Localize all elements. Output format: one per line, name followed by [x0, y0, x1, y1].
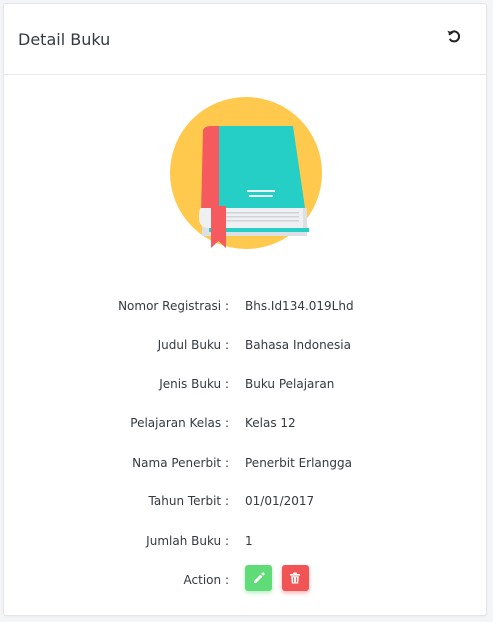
- judul-buku-label: Judul Buku :: [157, 338, 229, 352]
- jumlah-buku-label: Jumlah Buku :: [146, 534, 229, 548]
- edit-button[interactable]: [245, 565, 272, 591]
- row-judul-buku: Judul Buku : Bahasa Indonesia: [4, 335, 486, 355]
- nama-penerbit-value: Penerbit Erlangga: [245, 456, 352, 470]
- pelajaran-kelas-label: Pelajaran Kelas :: [130, 416, 229, 430]
- row-pelajaran-kelas: Pelajaran Kelas : Kelas 12: [4, 413, 486, 433]
- refresh-icon: [447, 30, 461, 43]
- nomor-registrasi-value: Bhs.Id134.019Lhd: [245, 299, 354, 313]
- nomor-registrasi-label: Nomor Registrasi :: [118, 299, 229, 313]
- row-nama-penerbit: Nama Penerbit : Penerbit Erlangga: [4, 453, 486, 473]
- book-illustration: [167, 96, 327, 256]
- action-label: Action :: [183, 573, 229, 587]
- tahun-terbit-value: 01/01/2017: [245, 494, 315, 508]
- jumlah-buku-value: 1: [245, 534, 253, 548]
- jenis-buku-label: Jenis Buku :: [159, 377, 229, 391]
- row-nomor-registrasi: Nomor Registrasi : Bhs.Id134.019Lhd: [4, 296, 486, 316]
- row-jenis-buku: Jenis Buku : Buku Pelajaran: [4, 374, 486, 394]
- trash-icon: [290, 572, 301, 584]
- row-jumlah-buku: Jumlah Buku : 1: [4, 531, 486, 551]
- action-buttons: [245, 565, 315, 591]
- refresh-button[interactable]: [442, 24, 466, 48]
- pelajaran-kelas-value: Kelas 12: [245, 416, 296, 430]
- book-icon: [170, 97, 322, 249]
- nama-penerbit-label: Nama Penerbit :: [132, 456, 229, 470]
- card-header: Detail Buku: [4, 4, 486, 75]
- book-detail-card: Detail Buku Nomor Registrasi: Bhs.Id134…: [3, 3, 487, 616]
- judul-buku-value: Bahasa Indonesia: [245, 338, 351, 352]
- row-tahun-terbit: Tahun Terbit : 01/01/2017: [4, 491, 486, 511]
- row-action: Action :: [4, 565, 486, 591]
- jenis-buku-value: Buku Pelajaran: [245, 377, 335, 391]
- tahun-terbit-label: Tahun Terbit :: [148, 494, 229, 508]
- pencil-icon: [253, 572, 265, 583]
- delete-button[interactable]: [281, 565, 309, 591]
- page-title: Detail Buku: [18, 30, 111, 49]
